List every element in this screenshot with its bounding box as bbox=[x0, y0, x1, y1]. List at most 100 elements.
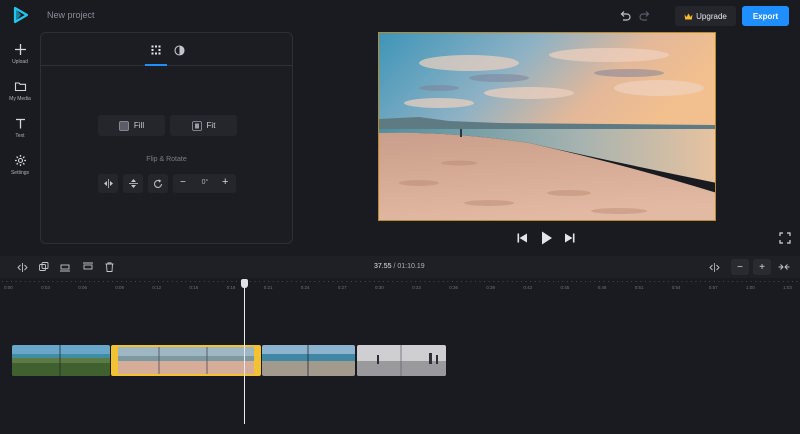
fit-timeline-icon bbox=[778, 264, 790, 270]
ruler-tick-label: 0:15 bbox=[189, 285, 199, 290]
tab-transform[interactable] bbox=[145, 41, 167, 59]
redo-icon[interactable] bbox=[638, 9, 652, 23]
trim-top-button[interactable] bbox=[80, 260, 96, 274]
skip-back-icon[interactable] bbox=[517, 233, 528, 243]
clip-right-handle[interactable] bbox=[254, 347, 259, 374]
timeline-toolbar: 37.55 / 01:10.19 − + bbox=[0, 256, 800, 278]
ruler-tick-label: 0:39 bbox=[486, 285, 496, 290]
fill-label: Fill bbox=[133, 121, 145, 130]
ruler-tick-label: 1:00 bbox=[746, 285, 755, 290]
duplicate-icon bbox=[39, 262, 49, 271]
text-icon bbox=[15, 118, 25, 129]
rotation-value[interactable]: 0° bbox=[193, 179, 217, 186]
fullscreen-icon[interactable] bbox=[779, 232, 791, 244]
fill-icon bbox=[118, 120, 129, 131]
preview-image bbox=[379, 33, 715, 220]
flip-vertical-button[interactable] bbox=[123, 174, 143, 193]
snap-button[interactable] bbox=[706, 260, 722, 274]
gear-icon bbox=[14, 155, 26, 166]
sidebar-item-label: Upload bbox=[12, 59, 28, 65]
ruler-tick-label: 0:12 bbox=[152, 285, 162, 290]
undo-icon[interactable] bbox=[618, 9, 632, 23]
folder-icon bbox=[14, 82, 26, 92]
plus-icon bbox=[14, 44, 26, 55]
clip-thumbnail bbox=[262, 345, 355, 376]
play-icon[interactable] bbox=[541, 231, 553, 245]
split-button[interactable] bbox=[14, 260, 30, 274]
total-time: 01:10.19 bbox=[397, 263, 425, 270]
project-name[interactable]: New project bbox=[47, 10, 95, 20]
ruler-tick-label: 0:36 bbox=[449, 285, 458, 290]
video-preview[interactable] bbox=[378, 32, 716, 221]
properties-panel: Fill Fit Flip & Rotate − 0° + bbox=[40, 32, 293, 244]
upgrade-button[interactable]: Upgrade bbox=[675, 6, 736, 26]
fit-timeline-button[interactable] bbox=[776, 260, 792, 274]
ruler-tick-label: 0:48 bbox=[597, 285, 607, 290]
split-icon bbox=[16, 262, 28, 272]
transform-icon bbox=[151, 45, 161, 55]
clip-thumbnail bbox=[113, 347, 259, 374]
ruler-tick-label: 0:09 bbox=[115, 285, 125, 290]
logo-icon[interactable] bbox=[12, 6, 30, 24]
clip-sunset-beach[interactable] bbox=[111, 345, 261, 376]
sidebar-item-upload[interactable]: Upload bbox=[0, 39, 40, 75]
ruler-tick-label: 0:54 bbox=[671, 285, 681, 290]
fit-button[interactable]: Fit bbox=[170, 115, 237, 136]
timeline-ruler[interactable]: 0:00 0:03 0:06 0:09 0:12 0:15 0:18 0:21 0:24 0:27… bbox=[0, 278, 800, 294]
rotation-decrease-icon[interactable]: − bbox=[180, 177, 186, 188]
export-button[interactable]: Export bbox=[742, 6, 789, 26]
fit-label: Fit bbox=[206, 121, 216, 130]
ruler-tick-label: 0:21 bbox=[263, 285, 273, 290]
clip-people-beach[interactable] bbox=[357, 345, 446, 376]
rotate-icon bbox=[154, 178, 162, 188]
playback-controls bbox=[517, 231, 577, 245]
flip-horizontal-button[interactable] bbox=[98, 174, 118, 193]
ruler-tick-label: 0:18 bbox=[226, 285, 236, 290]
upgrade-label: Upgrade bbox=[696, 11, 727, 21]
flip-horizontal-icon bbox=[103, 179, 113, 188]
zoom-out-button[interactable]: − bbox=[731, 259, 749, 275]
sidebar-item-label: My Media bbox=[9, 96, 31, 102]
playhead-handle[interactable] bbox=[241, 279, 248, 288]
ruler-tick-label: 0:03 bbox=[41, 285, 50, 290]
duplicate-button[interactable] bbox=[36, 260, 52, 274]
clip-thumbnail bbox=[357, 345, 446, 376]
rotation-increase-icon[interactable]: + bbox=[222, 176, 228, 188]
fill-button[interactable]: Fill bbox=[98, 115, 165, 136]
flip-vertical-icon bbox=[128, 179, 138, 188]
ruler-tick-label: 0:30 bbox=[375, 285, 384, 290]
clip-thumbnail bbox=[12, 345, 110, 376]
plus-icon: + bbox=[759, 261, 765, 273]
zoom-in-button[interactable]: + bbox=[753, 259, 771, 275]
ruler-tick-label: 0:33 bbox=[412, 285, 421, 290]
ruler-tick-label: 1:03 bbox=[783, 285, 792, 290]
rotation-stepper[interactable]: − 0° + bbox=[173, 174, 236, 193]
ruler-tick-label: 0:57 bbox=[708, 285, 718, 290]
trim-top-icon bbox=[83, 262, 93, 270]
time-display: 37.55 / 01:10.19 bbox=[374, 263, 425, 270]
ruler-tick-label: 0:24 bbox=[300, 285, 310, 290]
active-tab-indicator bbox=[145, 64, 167, 66]
tab-adjust[interactable] bbox=[168, 41, 190, 59]
ruler-tick-label: 0:00 bbox=[4, 285, 13, 290]
sidebar-item-my-media[interactable]: My Media bbox=[0, 76, 40, 112]
sidebar-item-text[interactable]: Text bbox=[0, 113, 40, 149]
clip-left-handle[interactable] bbox=[113, 347, 118, 374]
flip-rotate-label: Flip & Rotate bbox=[146, 156, 187, 163]
trim-bottom-button[interactable] bbox=[57, 260, 73, 274]
clip-beach-grass[interactable] bbox=[12, 345, 110, 376]
ruler-tick-label: 0:06 bbox=[78, 285, 87, 290]
current-time: 37.55 bbox=[374, 263, 392, 270]
skip-forward-icon[interactable] bbox=[564, 233, 575, 243]
timeline-tracks[interactable] bbox=[0, 294, 800, 434]
ruler-tick-label: 0:51 bbox=[634, 285, 644, 290]
sidebar-item-settings[interactable]: Settings bbox=[0, 150, 40, 186]
ruler-ticks bbox=[0, 280, 800, 283]
crown-icon bbox=[684, 13, 693, 19]
time-separator: / bbox=[393, 263, 396, 270]
rotate-button[interactable] bbox=[148, 174, 168, 193]
delete-button[interactable] bbox=[101, 260, 117, 274]
top-bar: New project Upgrade Export bbox=[0, 0, 800, 32]
trash-icon bbox=[105, 262, 113, 272]
clip-rocky-shore[interactable] bbox=[262, 345, 355, 376]
